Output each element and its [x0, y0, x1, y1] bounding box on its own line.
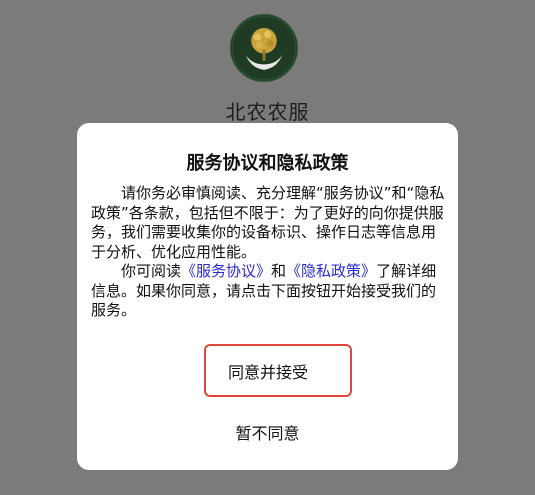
agreement-paragraph: 请你务必审慎阅读、充分理解“服务协议”和“隐私政策”各条款，包括但不限于：为了更… [91, 184, 445, 261]
service-agreement-link[interactable]: 《服务协议》 [181, 262, 271, 280]
decline-button[interactable]: 暂不同意 [77, 420, 458, 444]
accept-highlight: 同意并接受 [204, 344, 352, 397]
app-name: 北农农服 [225, 100, 310, 124]
app-logo-icon [230, 14, 298, 82]
and-text: 和 [271, 262, 287, 280]
dialog-body: 请你务必审慎阅读、充分理解“服务协议”和“隐私政策”各条款，包括但不限于：为了更… [91, 184, 445, 321]
accept-button[interactable]: 同意并接受 [206, 346, 350, 395]
dialog-title: 服务协议和隐私政策 [186, 153, 349, 174]
privacy-policy-link[interactable]: 《隐私政策》 [286, 262, 376, 280]
read-links-paragraph: 你可阅读《服务协议》和《隐私政策》了解详细信息。如果你同意，请点击下面按钮开始接… [91, 262, 445, 321]
privacy-dialog: 服务协议和隐私政策 请你务必审慎阅读、充分理解“服务协议”和“隐私政策”各条款，… [77, 123, 458, 470]
read-prefix-text: 你可阅读 [121, 262, 182, 280]
